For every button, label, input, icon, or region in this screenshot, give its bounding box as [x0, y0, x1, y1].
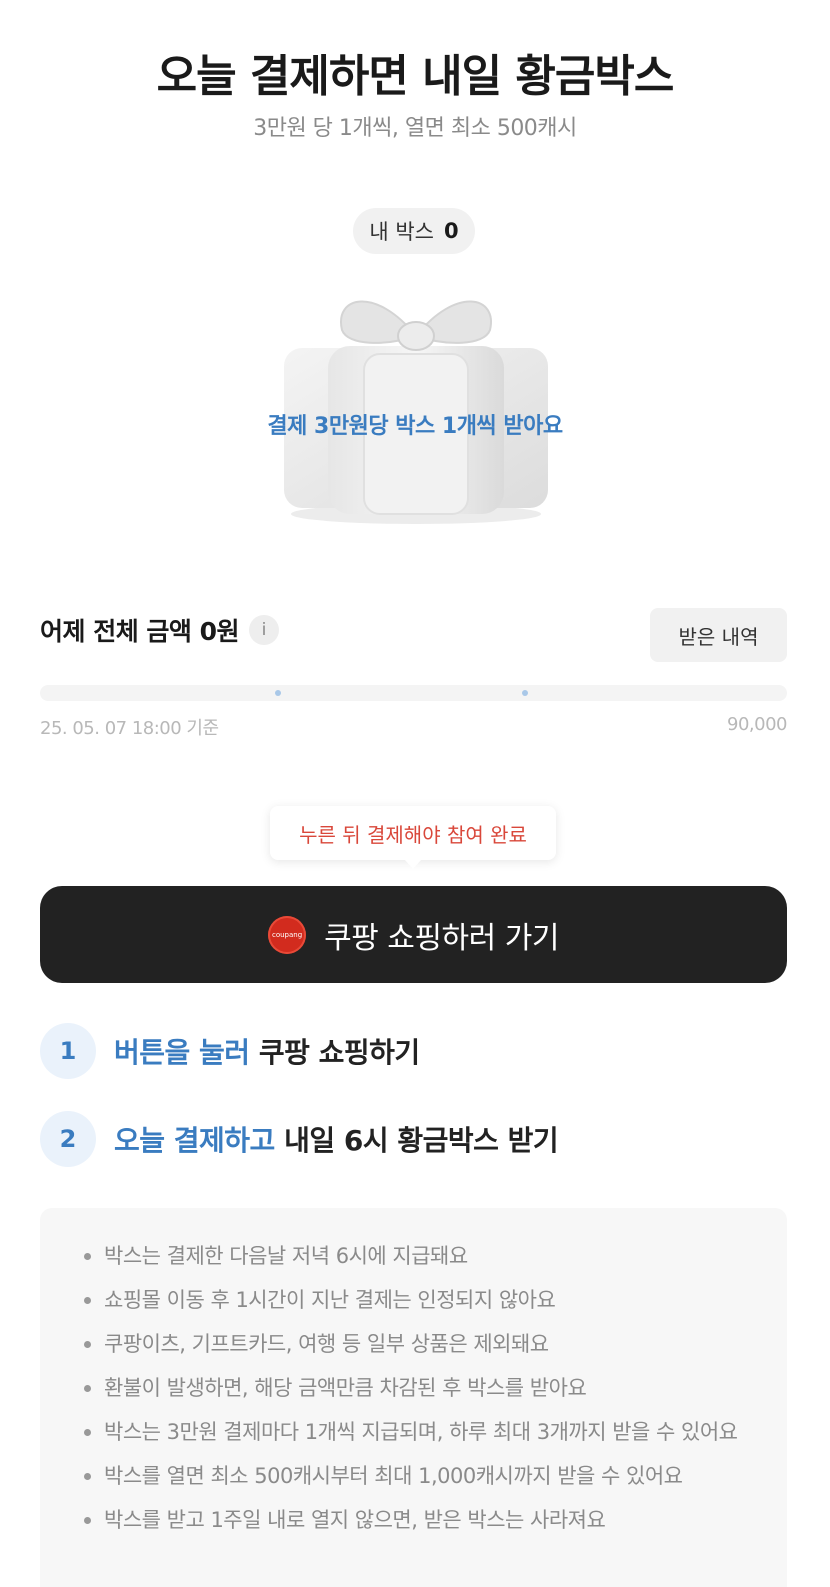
go-shopping-button[interactable]: coupang 쿠팡 쇼핑하러 가기 [40, 886, 787, 983]
notice-item: 박스는 결제한 다음날 저녁 6시에 지급돼요 [84, 1234, 767, 1278]
page-subtitle: 3만원 당 1개씩, 열면 최소 500캐시 [253, 116, 577, 141]
progress-max-label: 90,000 [727, 714, 787, 735]
milestone-dot [522, 690, 528, 696]
received-history-button[interactable]: 받은 내역 [650, 608, 787, 662]
coupang-icon: coupang [268, 915, 307, 954]
step-1: 1 버튼을 눌러 쿠팡 쇼핑하기 [40, 1023, 420, 1079]
notice-list: 박스는 결제한 다음날 저녁 6시에 지급돼요 쇼핑몰 이동 후 1시간이 지난… [84, 1234, 767, 1542]
step-2: 2 오늘 결제하고 내일 6시 황금박스 받기 [40, 1111, 559, 1167]
tooltip-notice: 누른 뒤 결제해야 참여 완료 [270, 806, 556, 869]
gift-caption: 결제 3만원당 박스 1개씩 받아요 [267, 414, 563, 439]
step-text: 버튼을 눌러 쿠팡 쇼핑하기 [114, 1031, 420, 1071]
yesterday-amount-row: 어제 전체 금액 0원 i [40, 612, 280, 648]
step-number: 2 [40, 1111, 96, 1167]
timestamp-label: 25. 05. 07 18:00 기준 [40, 718, 219, 739]
gift-box-icon [284, 300, 548, 524]
notice-item: 쿠팡이츠, 기프트카드, 여행 등 일부 상품은 제외돼요 [84, 1322, 767, 1366]
step-text: 오늘 결제하고 내일 6시 황금박스 받기 [114, 1119, 559, 1159]
notice-item: 박스를 열면 최소 500캐시부터 최대 1,000캐시까지 받을 수 있어요 [84, 1454, 767, 1498]
info-icon[interactable]: i [249, 615, 280, 645]
my-box-count: 0 [444, 219, 459, 243]
notice-item: 박스는 3만원 결제마다 1개씩 지급되며, 하루 최대 3개까지 받을 수 있… [84, 1410, 767, 1454]
page-title: 오늘 결제하면 내일 황금박스 [156, 51, 675, 102]
step-number: 1 [40, 1023, 96, 1079]
step-highlight: 버튼을 눌러 [114, 1036, 250, 1069]
notice-item: 환불이 발생하면, 해당 금액만큼 차감된 후 박스를 받아요 [84, 1366, 767, 1410]
yesterday-amount-label: 어제 전체 금액 0원 [40, 617, 240, 646]
my-box-count-pill: 내 박스 0 [353, 208, 475, 254]
step-rest: 쿠팡 쇼핑하기 [258, 1036, 420, 1069]
my-box-label: 내 박스 [369, 220, 434, 244]
notice-box: 박스는 결제한 다음날 저녁 6시에 지급돼요 쇼핑몰 이동 후 1시간이 지난… [40, 1208, 787, 1587]
milestone-dot [275, 690, 281, 696]
spending-progress-bar [40, 685, 787, 701]
notice-item: 쇼핑몰 이동 후 1시간이 지난 결제는 인정되지 않아요 [84, 1278, 767, 1322]
step-rest: 내일 6시 황금박스 받기 [284, 1124, 559, 1157]
step-highlight: 오늘 결제하고 [114, 1124, 275, 1157]
go-shopping-label: 쿠팡 쇼핑하러 가기 [324, 920, 559, 956]
notice-item: 박스를 받고 1주일 내로 열지 않으면, 받은 박스는 사라져요 [84, 1498, 767, 1542]
